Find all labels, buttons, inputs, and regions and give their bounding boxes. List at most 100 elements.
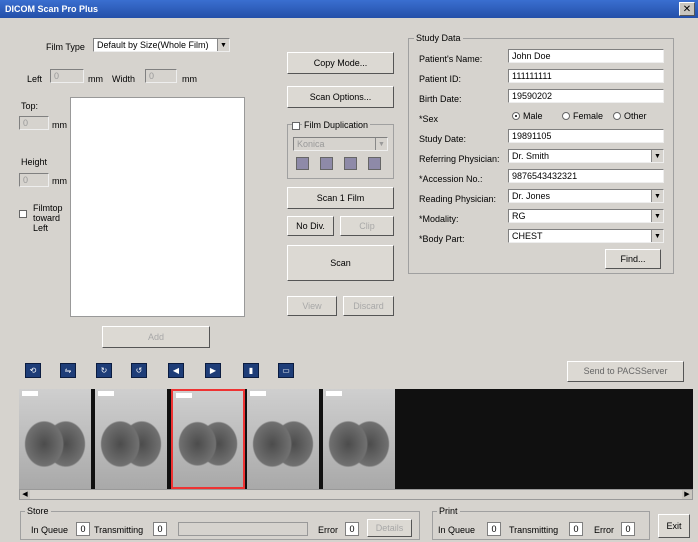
no-div-button[interactable]: No Div. xyxy=(287,216,334,236)
copy-mode-button[interactable]: Copy Mode... xyxy=(287,52,394,74)
patient-id-field[interactable]: 111111111 xyxy=(508,69,664,83)
dup-option-2-icon[interactable] xyxy=(320,157,333,170)
birth-date-label: Birth Date: xyxy=(419,94,462,104)
rotate-icon[interactable]: ⟲ xyxy=(25,363,41,378)
modality-value: RG xyxy=(512,211,526,221)
details-button[interactable]: Details xyxy=(367,519,412,537)
film-duplication-select[interactable]: Konica ▼ xyxy=(293,137,388,151)
send-to-pacs-button[interactable]: Send to PACSServer xyxy=(567,361,684,382)
body-part-value: CHEST xyxy=(512,231,543,241)
print-transmitting-label: Transmitting xyxy=(509,525,559,535)
accession-label: *Accession No.: xyxy=(419,174,483,184)
thumbnail-tag xyxy=(98,391,114,396)
print-label: Print xyxy=(437,506,460,516)
filmtop-label-line1: Filmtop xyxy=(33,203,63,213)
print-error-label: Error xyxy=(594,525,614,535)
width-label: Width xyxy=(112,74,136,84)
filmtop-checkbox[interactable] xyxy=(19,210,27,218)
thumbnail-5[interactable] xyxy=(323,389,397,489)
dup-option-1-icon[interactable] xyxy=(296,157,309,170)
filmtop-label-line3: Left xyxy=(33,223,49,233)
clip-button[interactable]: Clip xyxy=(340,216,394,236)
rotate-cw-icon[interactable]: ↻ xyxy=(96,363,112,378)
thumbnail-1[interactable] xyxy=(19,389,93,489)
arrow-left-icon[interactable]: ◀ xyxy=(168,363,184,378)
sex-male-radio[interactable] xyxy=(512,112,520,120)
scroll-left-icon[interactable]: ◀ xyxy=(20,490,30,499)
left-label: Left xyxy=(27,74,43,84)
film-duplication-value: Konica xyxy=(297,139,325,149)
store-transmitting-value: 0 xyxy=(153,522,167,536)
thumbnail-4[interactable] xyxy=(247,389,321,489)
title-bar: DICOM Scan Pro Plus xyxy=(0,0,698,18)
dup-option-4-icon[interactable] xyxy=(368,157,381,170)
close-button[interactable]: ✕ xyxy=(679,2,695,16)
film-duplication-group xyxy=(287,124,394,179)
left-unit: mm xyxy=(88,74,103,84)
scan-preview[interactable] xyxy=(70,97,245,317)
add-button[interactable]: Add xyxy=(102,326,210,348)
height-input[interactable]: 0 xyxy=(19,173,49,187)
thumbnail-2[interactable] xyxy=(95,389,169,489)
reading-physician-label: Reading Physician: xyxy=(419,194,497,204)
study-date-label: Study Date: xyxy=(419,134,467,144)
top-input[interactable]: 0 xyxy=(19,116,49,130)
scan-options-button[interactable]: Scan Options... xyxy=(287,86,394,108)
birth-date-field[interactable]: 19590202 xyxy=(508,89,664,103)
mirror-icon[interactable]: ⇋ xyxy=(60,363,76,378)
scan-button[interactable]: Scan xyxy=(287,245,394,281)
modality-select[interactable]: RG ▼ xyxy=(508,209,664,223)
referring-physician-select[interactable]: Dr. Smith ▼ xyxy=(508,149,664,163)
invert-icon[interactable]: ▭ xyxy=(278,363,294,378)
body-part-select[interactable]: CHEST ▼ xyxy=(508,229,664,243)
top-unit: mm xyxy=(52,120,67,130)
referring-physician-label: Referring Physician: xyxy=(419,154,500,164)
store-error-value: 0 xyxy=(345,522,359,536)
thumbnail-scrollbar[interactable]: ◀ ▶ xyxy=(19,489,693,500)
film-duplication-checkbox[interactable] xyxy=(292,122,300,130)
reading-physician-select[interactable]: Dr. Jones ▼ xyxy=(508,189,664,203)
dup-option-3-icon[interactable] xyxy=(344,157,357,170)
thumbnail-tag xyxy=(22,391,38,396)
thumbnail-tag xyxy=(326,391,342,396)
sex-other-radio[interactable] xyxy=(613,112,621,120)
thumbnail-3-selected[interactable] xyxy=(171,389,245,489)
sex-label: *Sex xyxy=(419,114,439,124)
width-input[interactable]: 0 xyxy=(145,69,177,83)
discard-button[interactable]: Discard xyxy=(343,296,394,316)
patient-id-label: Patient ID: xyxy=(419,74,462,84)
scroll-right-icon[interactable]: ▶ xyxy=(682,490,692,499)
chevron-down-icon: ▼ xyxy=(375,138,387,150)
arrow-right-icon[interactable]: ▶ xyxy=(205,363,221,378)
sex-male-label: Male xyxy=(523,111,543,121)
store-label: Store xyxy=(25,506,51,516)
thumbnail-strip xyxy=(19,389,693,489)
view-button[interactable]: View xyxy=(287,296,337,316)
left-input[interactable]: 0 xyxy=(50,69,84,83)
chevron-down-icon: ▼ xyxy=(651,210,663,222)
scan-1-film-button[interactable]: Scan 1 Film xyxy=(287,187,394,209)
accession-field[interactable]: 9876543432321 xyxy=(508,169,664,183)
height-unit: mm xyxy=(52,176,67,186)
window-title: DICOM Scan Pro Plus xyxy=(5,4,99,14)
patient-name-label: Patient's Name: xyxy=(419,54,483,64)
width-unit: mm xyxy=(182,74,197,84)
referring-physician-value: Dr. Smith xyxy=(512,151,550,161)
thumbnail-tag xyxy=(176,393,192,398)
rotate-ccw-icon[interactable]: ↺ xyxy=(131,363,147,378)
delete-icon[interactable]: ▮ xyxy=(243,363,259,378)
film-type-label: Film Type xyxy=(46,42,85,52)
print-error-value: 0 xyxy=(621,522,635,536)
sex-female-label: Female xyxy=(573,111,604,121)
film-type-select[interactable]: Default by Size(Whole Film) ▼ xyxy=(93,38,230,52)
body-part-label: *Body Part: xyxy=(419,234,465,244)
exit-button[interactable]: Exit xyxy=(658,514,690,538)
sex-other-label: Other xyxy=(624,111,647,121)
film-type-value: Default by Size(Whole Film) xyxy=(97,40,209,50)
patient-name-field[interactable]: John Doe xyxy=(508,49,664,63)
sex-female-radio[interactable] xyxy=(562,112,570,120)
study-date-field[interactable]: 19891105 xyxy=(508,129,664,143)
find-button[interactable]: Find... xyxy=(605,249,661,269)
film-duplication-label: Film Duplication xyxy=(302,120,371,130)
chevron-down-icon: ▼ xyxy=(651,230,663,242)
